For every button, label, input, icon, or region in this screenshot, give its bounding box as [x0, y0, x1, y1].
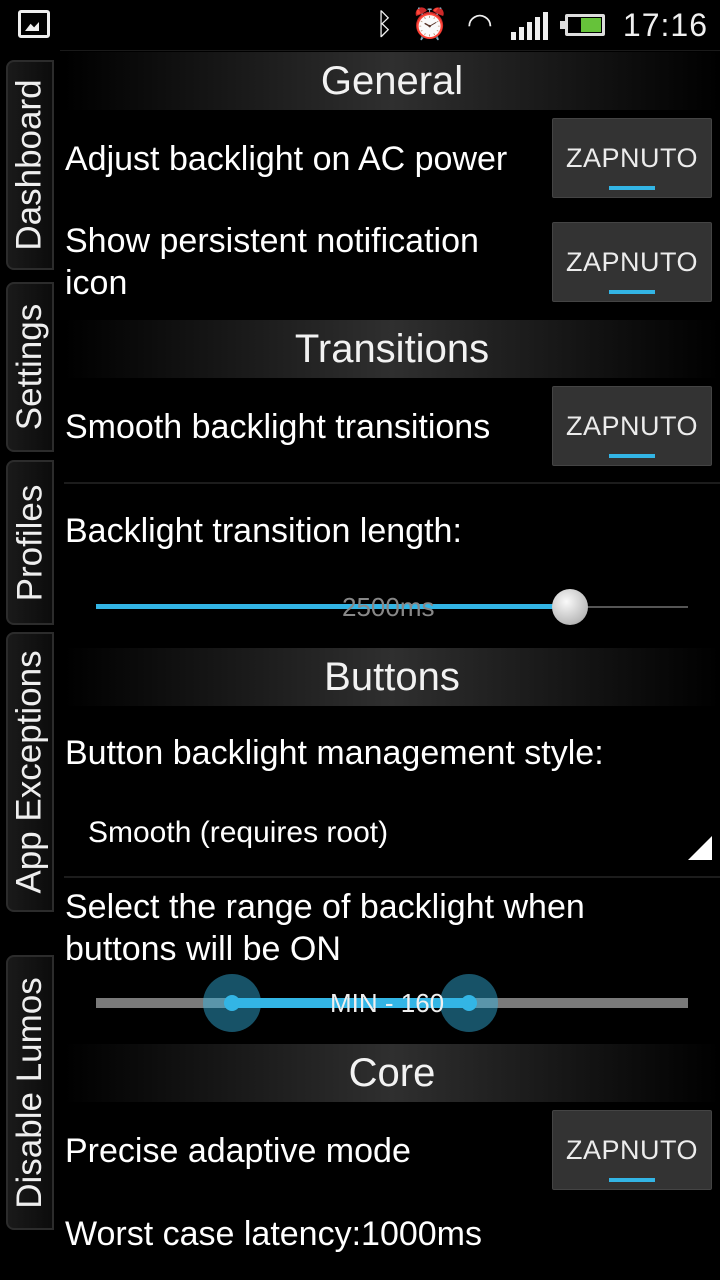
- divider: [64, 482, 720, 484]
- smooth-transitions-label: Smooth backlight transitions: [65, 408, 491, 446]
- alarm-icon: ⏰: [411, 8, 449, 41]
- button-range-value: MIN - 160: [330, 988, 445, 1018]
- tab-profiles[interactable]: Profiles: [6, 460, 54, 625]
- spinner-corner-icon: [688, 836, 712, 860]
- tab-dashboard-label: Dashboard: [10, 79, 50, 251]
- tab-dashboard[interactable]: Dashboard: [6, 60, 54, 270]
- tab-disable-lumos[interactable]: Disable Lumos: [6, 955, 54, 1230]
- button-style-label: Button backlight management style:: [65, 734, 604, 772]
- settings-content: General Adjust backlight on AC power ZAP…: [60, 50, 720, 1280]
- slider-fill: [96, 604, 570, 609]
- section-header-general: General: [64, 52, 720, 110]
- gallery-icon: [18, 10, 50, 38]
- persistent-notification-label-line2: icon: [65, 264, 128, 302]
- wifi-icon: ◠: [466, 8, 493, 41]
- tab-disable-lumos-label: Disable Lumos: [10, 976, 49, 1209]
- section-header-transitions: Transitions: [64, 320, 720, 378]
- tab-settings-label: Settings: [10, 303, 49, 431]
- adjust-backlight-toggle[interactable]: ZAPNUTO: [552, 118, 712, 198]
- slider-thumb[interactable]: [551, 589, 588, 625]
- precise-adaptive-label: Precise adaptive mode: [65, 1132, 411, 1170]
- button-range-label-line2: buttons will be ON: [65, 930, 341, 968]
- battery-icon: [559, 14, 605, 36]
- tab-profiles-label: Profiles: [10, 484, 49, 601]
- clock: 17:16: [622, 6, 708, 43]
- button-style-value: Smooth (requires root): [88, 816, 389, 849]
- persistent-notification-toggle[interactable]: ZAPNUTO: [552, 222, 712, 302]
- section-header-core: Core: [64, 1044, 720, 1102]
- transition-length-value: 2500ms: [342, 592, 435, 622]
- divider: [64, 876, 720, 878]
- precise-adaptive-toggle[interactable]: ZAPNUTO: [552, 1110, 712, 1190]
- bluetooth-icon: ᛒ: [375, 8, 394, 41]
- persistent-notification-label-line1: Show persistent notification: [65, 222, 479, 260]
- range-thumb-max-dot: [460, 995, 477, 1011]
- transition-length-label: Backlight transition length:: [65, 512, 462, 550]
- signal-icon: [510, 10, 551, 40]
- worst-case-latency-label: Worst case latency:1000ms: [65, 1215, 482, 1253]
- adjust-backlight-label: Adjust backlight on AC power: [65, 140, 508, 178]
- button-range-label-line1: Select the range of backlight when: [65, 888, 585, 926]
- section-header-buttons: Buttons: [64, 648, 720, 706]
- tab-app-exceptions-label: App Exceptions: [10, 650, 49, 894]
- side-tab-bar: Dashboard Settings Profiles App Exceptio…: [0, 50, 60, 1280]
- smooth-transitions-toggle[interactable]: ZAPNUTO: [552, 386, 712, 466]
- status-bar: ᛒ ⏰ ◠ 17:16: [0, 0, 720, 51]
- tab-settings[interactable]: Settings: [6, 282, 54, 452]
- tab-app-exceptions[interactable]: App Exceptions: [6, 632, 54, 912]
